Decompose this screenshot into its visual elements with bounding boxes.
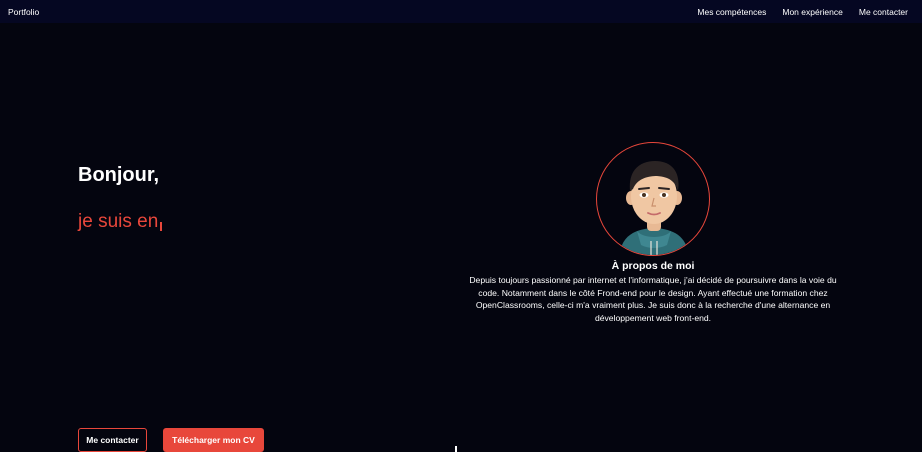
hero-greeting: Bonjour,	[78, 164, 160, 186]
about-section: À propos de moi Depuis toujours passionn…	[468, 260, 838, 324]
hero-typed-line: je suis en	[78, 211, 162, 233]
navbar: Portfolio Mes compétences Mon expérience…	[0, 0, 922, 23]
avatar-illustration	[619, 161, 689, 255]
avatar	[596, 142, 710, 256]
scroll-indicator	[455, 446, 457, 452]
about-text: Depuis toujours passionné par internet e…	[469, 275, 837, 323]
nav-link-competences[interactable]: Mes compétences	[697, 7, 766, 17]
nav-links: Mes compétences Mon expérience Me contac…	[697, 7, 908, 17]
typing-cursor	[160, 222, 162, 231]
hero-typed-text: je suis en	[78, 211, 159, 232]
nav-link-experience[interactable]: Mon expérience	[782, 7, 842, 17]
contact-button[interactable]: Me contacter	[78, 428, 147, 452]
nav-link-contact[interactable]: Me contacter	[859, 7, 908, 17]
brand-link[interactable]: Portfolio	[8, 7, 39, 17]
download-cv-button[interactable]: Télécharger mon CV	[163, 428, 264, 452]
about-title: À propos de moi	[611, 260, 695, 272]
